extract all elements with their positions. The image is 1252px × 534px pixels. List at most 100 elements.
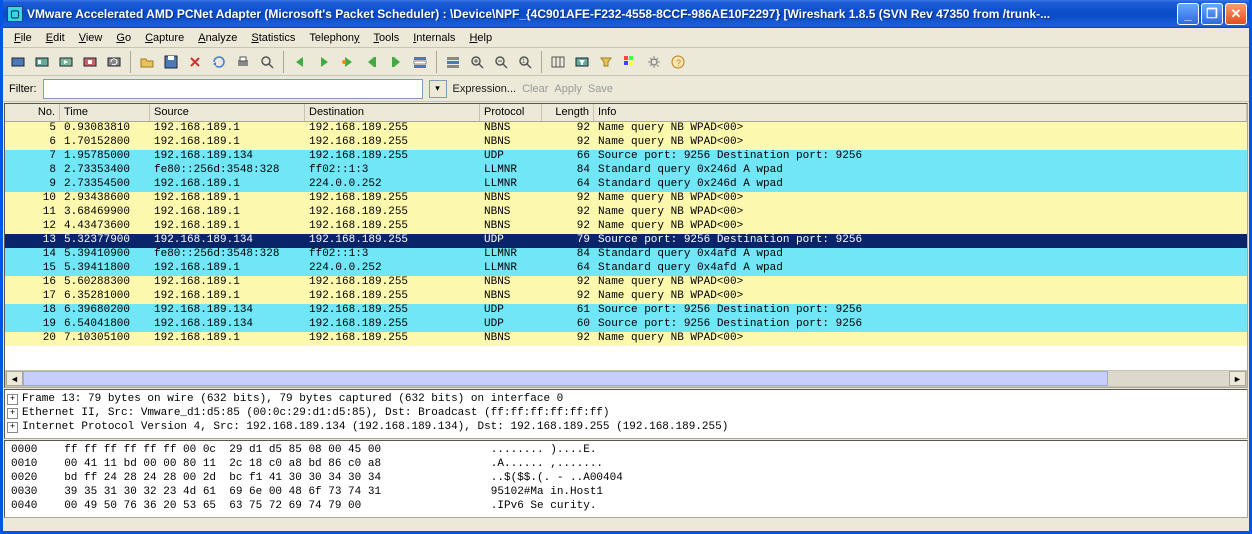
reload-button[interactable] — [208, 51, 230, 73]
menu-internals[interactable]: Internals — [406, 30, 462, 46]
packet-row[interactable]: 61.70152800192.168.189.1192.168.189.255N… — [5, 136, 1247, 150]
cell-no: 14 — [5, 248, 60, 262]
hex-row[interactable]: 0040 00 49 50 76 36 20 53 65 63 75 72 69… — [11, 499, 1241, 513]
minimize-button[interactable]: _ — [1177, 3, 1199, 25]
packet-row[interactable]: 135.32377900192.168.189.134192.168.189.2… — [5, 234, 1247, 248]
first-icon — [364, 54, 380, 70]
cell-time: 4.43473600 — [60, 220, 150, 234]
detail-row[interactable]: +Ethernet II, Src: Vmware_d1:d5:85 (00:0… — [7, 406, 1245, 420]
last-button[interactable] — [385, 51, 407, 73]
packet-row[interactable]: 82.73353400fe80::256d:3548:328ff02::1:3L… — [5, 164, 1247, 178]
back-button[interactable] — [289, 51, 311, 73]
cell-protocol: NBNS — [480, 276, 542, 290]
expand-icon[interactable]: + — [7, 422, 18, 433]
maximize-button[interactable]: ❐ — [1201, 3, 1223, 25]
col-length[interactable]: Length — [542, 104, 594, 121]
filter-expression-link[interactable]: Expression... — [453, 83, 517, 95]
zoom-reset-button[interactable]: 1 — [514, 51, 536, 73]
menu-statistics[interactable]: Statistics — [244, 30, 302, 46]
save-button[interactable] — [160, 51, 182, 73]
colorize-button[interactable] — [409, 51, 431, 73]
packet-row[interactable]: 145.39410900fe80::256d:3548:328ff02::1:3… — [5, 248, 1247, 262]
packet-row[interactable]: 155.39411800192.168.189.1224.0.0.252LLMN… — [5, 262, 1247, 276]
expand-icon[interactable]: + — [7, 408, 18, 419]
packet-details-pane[interactable]: +Frame 13: 79 bytes on wire (632 bits), … — [4, 389, 1248, 439]
expand-icon[interactable]: + — [7, 394, 18, 405]
packet-bytes-pane[interactable]: 0000 ff ff ff ff ff ff 00 0c 29 d1 d5 85… — [4, 440, 1248, 518]
options-button[interactable] — [31, 51, 53, 73]
cell-length: 66 — [542, 150, 594, 164]
filter-dropdown-button[interactable]: ▾ — [429, 80, 447, 98]
horizontal-scrollbar[interactable]: ◄ ► — [5, 370, 1247, 387]
detail-row[interactable]: +Internet Protocol Version 4, Src: 192.1… — [7, 420, 1245, 434]
close-button[interactable] — [184, 51, 206, 73]
hex-row[interactable]: 0010 00 41 11 bd 00 00 80 11 2c 18 c0 a8… — [11, 457, 1241, 471]
hex-row[interactable]: 0000 ff ff ff ff ff ff 00 0c 29 d1 d5 85… — [11, 443, 1241, 457]
filter-input[interactable] — [43, 79, 423, 99]
menu-telephony[interactable]: Telephony — [302, 30, 366, 46]
hex-row[interactable]: 0020 bd ff 24 28 24 28 00 2d bc f1 41 30… — [11, 471, 1241, 485]
start-button[interactable] — [55, 51, 77, 73]
scroll-thumb[interactable] — [23, 371, 1108, 386]
prefs-button[interactable] — [643, 51, 665, 73]
interfaces-button[interactable] — [7, 51, 29, 73]
first-button[interactable] — [361, 51, 383, 73]
detail-row[interactable]: +Frame 13: 79 bytes on wire (632 bits), … — [7, 392, 1245, 406]
cell-info: Standard query 0x246d A wpad — [594, 164, 1247, 178]
menu-file[interactable]: File — [7, 30, 39, 46]
jump-icon — [340, 54, 356, 70]
print-button[interactable] — [232, 51, 254, 73]
packet-row[interactable]: 176.35281000192.168.189.1192.168.189.255… — [5, 290, 1247, 304]
col-no[interactable]: No. — [5, 104, 60, 121]
cell-length: 61 — [542, 304, 594, 318]
menu-tools[interactable]: Tools — [367, 30, 407, 46]
resize-button[interactable] — [547, 51, 569, 73]
menu-analyze[interactable]: Analyze — [191, 30, 244, 46]
packet-row[interactable]: 102.93438600192.168.189.1192.168.189.255… — [5, 192, 1247, 206]
menu-edit[interactable]: Edit — [39, 30, 72, 46]
jump-button[interactable] — [337, 51, 359, 73]
forward-button[interactable] — [313, 51, 335, 73]
scroll-track[interactable] — [23, 371, 1229, 386]
packet-row[interactable]: 186.39680200192.168.189.134192.168.189.2… — [5, 304, 1247, 318]
hex-row[interactable]: 0030 39 35 31 30 32 23 4d 61 69 6e 00 48… — [11, 485, 1241, 499]
menu-go[interactable]: Go — [109, 30, 138, 46]
help-button[interactable]: ? — [667, 51, 689, 73]
find-button[interactable] — [256, 51, 278, 73]
display-filter-button[interactable] — [595, 51, 617, 73]
packet-row[interactable]: 92.73354500192.168.189.1224.0.0.252LLMNR… — [5, 178, 1247, 192]
zoom-in-button[interactable] — [466, 51, 488, 73]
col-destination[interactable]: Destination — [305, 104, 480, 121]
packet-list-body[interactable]: 50.93083810192.168.189.1192.168.189.255N… — [5, 122, 1247, 370]
col-source[interactable]: Source — [150, 104, 305, 121]
packet-row[interactable]: 113.68469900192.168.189.1192.168.189.255… — [5, 206, 1247, 220]
menu-help[interactable]: Help — [462, 30, 499, 46]
scroll-left-button[interactable]: ◄ — [6, 371, 23, 386]
cell-no: 9 — [5, 178, 60, 192]
coloring-button[interactable] — [619, 51, 641, 73]
col-time[interactable]: Time — [60, 104, 150, 121]
cell-destination: 192.168.189.255 — [305, 318, 480, 332]
menu-capture[interactable]: Capture — [138, 30, 191, 46]
packet-row[interactable]: 124.43473600192.168.189.1192.168.189.255… — [5, 220, 1247, 234]
cell-destination: 192.168.189.255 — [305, 290, 480, 304]
help-icon: ? — [670, 54, 686, 70]
close-button[interactable]: ✕ — [1225, 3, 1247, 25]
cell-source: 192.168.189.134 — [150, 304, 305, 318]
scroll-right-button[interactable]: ► — [1229, 371, 1246, 386]
capture-filter-button[interactable] — [571, 51, 593, 73]
menu-view[interactable]: View — [72, 30, 110, 46]
open-button[interactable] — [136, 51, 158, 73]
col-info[interactable]: Info — [594, 104, 1247, 121]
filter-bar: Filter: ▾ Expression... Clear Apply Save — [3, 76, 1249, 102]
stop-button[interactable] — [79, 51, 101, 73]
packet-row[interactable]: 207.10305100192.168.189.1192.168.189.255… — [5, 332, 1247, 346]
packet-row[interactable]: 50.93083810192.168.189.1192.168.189.255N… — [5, 122, 1247, 136]
col-protocol[interactable]: Protocol — [480, 104, 542, 121]
packet-row[interactable]: 165.60288300192.168.189.1192.168.189.255… — [5, 276, 1247, 290]
restart-button[interactable] — [103, 51, 125, 73]
packet-row[interactable]: 71.95785000192.168.189.134192.168.189.25… — [5, 150, 1247, 164]
zoom-out-button[interactable] — [490, 51, 512, 73]
autoscroll-button[interactable] — [442, 51, 464, 73]
packet-row[interactable]: 196.54041800192.168.189.134192.168.189.2… — [5, 318, 1247, 332]
